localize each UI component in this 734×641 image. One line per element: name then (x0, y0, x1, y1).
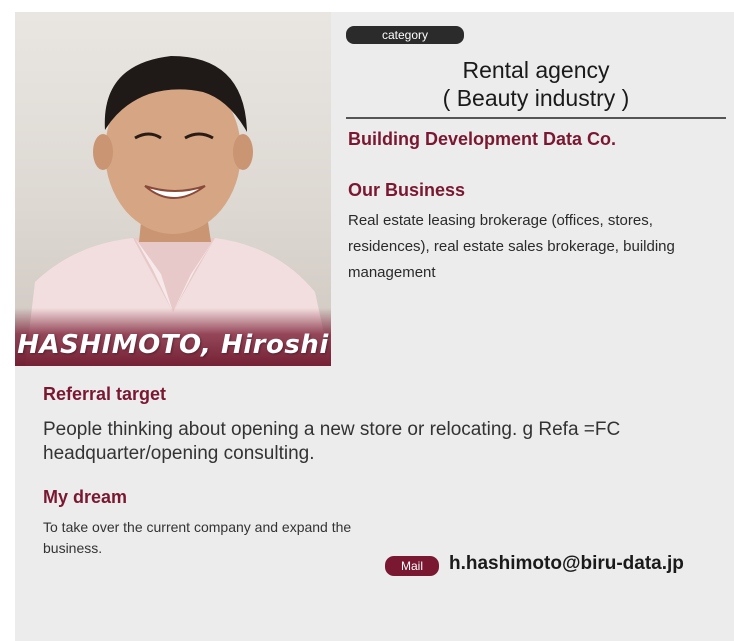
agency-line-1: Rental agency (462, 57, 610, 83)
business-heading: Our Business (348, 180, 466, 200)
company-name: Building Development Data Co. (348, 129, 617, 149)
email-link[interactable]: h.hashimoto@biru-data.jp (449, 553, 684, 575)
dream-heading: My dream (43, 487, 128, 507)
mail-badge: Mail (385, 556, 439, 576)
category-badge: category (346, 26, 464, 44)
agency-title: Rental agency ( Beauty industry ) (346, 56, 726, 112)
referral-heading: Referral target (43, 384, 167, 404)
header-divider (346, 117, 726, 119)
person-name: HASHIMOTO, Hiroshi (17, 330, 329, 360)
profile-photo: HASHIMOTO, Hiroshi (15, 12, 331, 366)
referral-description: People thinking about opening a new stor… (43, 419, 621, 464)
agency-line-2: ( Beauty industry ) (442, 85, 630, 111)
business-description: Real estate leasing brokerage (offices, … (348, 212, 675, 281)
dream-description: To take over the current company and exp… (43, 519, 352, 556)
